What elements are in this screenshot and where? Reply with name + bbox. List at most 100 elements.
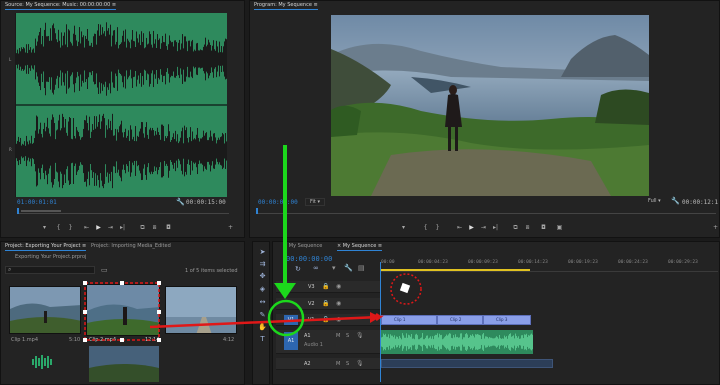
- eye-icon[interactable]: ◉: [336, 300, 341, 307]
- solo-icon[interactable]: S: [346, 361, 349, 367]
- program-monitor-tab[interactable]: Program: My Sequence ≡: [254, 2, 318, 10]
- select-tool-icon[interactable]: ➤: [258, 248, 267, 256]
- plus-icon[interactable]: +: [227, 225, 234, 231]
- wrench-icon[interactable]: 🔧: [176, 198, 185, 206]
- hand-tool-icon[interactable]: ✋: [258, 323, 267, 331]
- snap-icon[interactable]: ↻: [295, 265, 301, 273]
- ruler-label-3: 00:00:14:23: [518, 260, 548, 265]
- wrench-icon[interactable]: 🔧: [671, 197, 680, 205]
- eye-icon[interactable]: ◉: [336, 283, 341, 290]
- go-to-out-icon[interactable]: ▸|: [492, 225, 499, 231]
- text-tool-icon[interactable]: T: [258, 335, 267, 343]
- play-icon[interactable]: ▶: [95, 225, 102, 231]
- compare-icon[interactable]: ▣: [556, 225, 563, 231]
- mute-icon[interactable]: M: [336, 361, 340, 367]
- go-to-in-icon[interactable]: }: [434, 225, 441, 231]
- clip-name-1: Clip 1.mp4: [11, 337, 39, 343]
- source-timecode-in[interactable]: 01:00:01:01: [17, 199, 57, 206]
- solo-icon[interactable]: S: [346, 333, 349, 339]
- ruler-label-1: 00:00:04:23: [418, 260, 448, 265]
- tab-project-importing[interactable]: Project: Importing Media_Edited: [91, 243, 171, 249]
- audio-item-thumbnail[interactable]: [31, 354, 53, 370]
- pen-tool-icon[interactable]: ✎: [258, 311, 267, 319]
- lock-icon[interactable]: 🔒: [322, 316, 329, 323]
- clip-duration-3: 4:12: [223, 337, 235, 343]
- clip-thumbnail-2[interactable]: [86, 284, 160, 336]
- tab-project-exporting[interactable]: Project: Exporting Your Project ≡: [5, 243, 87, 251]
- slip-tool-icon[interactable]: ↔: [258, 298, 267, 306]
- channel-label-1: L: [9, 57, 12, 62]
- mark-in-icon[interactable]: ▾: [41, 225, 48, 231]
- track-label-a2: A2: [304, 361, 311, 367]
- camera-icon[interactable]: ◘: [165, 225, 172, 231]
- program-mini-timeline[interactable]: [256, 208, 716, 214]
- lock-icon[interactable]: 🔒: [322, 283, 329, 290]
- tab-sequence-2[interactable]: × My Sequence ≡: [337, 243, 383, 251]
- mute-icon[interactable]: M: [336, 333, 340, 339]
- source-patch-a1[interactable]: A1: [284, 332, 298, 350]
- mark-out-icon[interactable]: {: [422, 225, 429, 231]
- go-to-in-icon[interactable]: }: [67, 225, 74, 231]
- program-timecode-out: 00:00:12:1: [682, 199, 719, 206]
- mic-icon[interactable]: 🎙: [356, 332, 364, 339]
- lock-icon[interactable]: 🔒: [322, 300, 329, 307]
- ruler-label-2: 00:00:09:23: [468, 260, 498, 265]
- clip-duration-1: 5:10: [69, 337, 81, 343]
- mark-out-icon[interactable]: {: [55, 225, 62, 231]
- captions-icon[interactable]: ▤: [358, 264, 365, 272]
- source-playhead[interactable]: [17, 208, 19, 214]
- source-patch-v1[interactable]: V1: [284, 315, 298, 325]
- source-mini-timeline[interactable]: [17, 208, 229, 214]
- plus-icon[interactable]: +: [712, 225, 719, 231]
- source-audio-waveform: [15, 13, 227, 197]
- camera-icon[interactable]: ◘: [540, 225, 547, 231]
- timeline-clip-3[interactable]: Clip 3: [483, 315, 531, 325]
- play-icon[interactable]: ▶: [468, 225, 475, 231]
- clip-thumbnail-4[interactable]: [89, 346, 159, 382]
- overwrite-icon[interactable]: ⧈: [151, 225, 158, 231]
- search-icon: ⌕: [8, 266, 12, 273]
- track-label-v1: V1: [308, 317, 315, 323]
- clip-thumbnail-1[interactable]: [9, 286, 81, 334]
- timeline-timecode[interactable]: 00:00:00:00: [286, 255, 332, 263]
- folder-icon[interactable]: ▭: [101, 266, 108, 274]
- ruler-label-5: 00:00:24:23: [618, 260, 648, 265]
- timeline-clip-1[interactable]: Clip 1: [381, 315, 437, 325]
- razor-tool-icon[interactable]: ◈: [258, 285, 267, 293]
- step-forward-icon[interactable]: ⇥: [107, 225, 114, 231]
- timeline-clip-2[interactable]: Clip 2: [437, 315, 483, 325]
- search-input[interactable]: ⌕: [5, 266, 95, 274]
- audio-clip-a2[interactable]: [381, 359, 553, 368]
- mic-icon[interactable]: 🎙: [356, 360, 364, 367]
- audio-clip-waveform[interactable]: [381, 330, 533, 354]
- ruler-label-4: 00:00:19:23: [568, 260, 598, 265]
- insert-icon[interactable]: ⧉: [139, 225, 146, 231]
- extract-icon[interactable]: ⧈: [524, 225, 531, 231]
- wrench-icon[interactable]: 🔧: [344, 264, 353, 272]
- step-back-icon[interactable]: ⇤: [83, 225, 90, 231]
- mark-in-icon[interactable]: ▾: [400, 225, 407, 231]
- ruler-label-6: 00:00:29:23: [668, 260, 698, 265]
- add-marker-icon[interactable]: ▾: [332, 264, 336, 272]
- go-to-out-icon[interactable]: ▸|: [119, 225, 126, 231]
- program-timecode-in[interactable]: 00:00:00:00: [258, 199, 298, 206]
- source-monitor-panel: Source: My Sequence: Music: 00:00:00:00 …: [0, 0, 245, 238]
- track-select-icon[interactable]: ⇉: [258, 260, 267, 268]
- step-back-icon[interactable]: ⇤: [456, 225, 463, 231]
- source-monitor-tab[interactable]: Source: My Sequence: Music: 00:00:00:00 …: [5, 2, 117, 10]
- ripple-edit-icon[interactable]: ✥: [258, 272, 267, 280]
- program-video-frame: [331, 15, 649, 196]
- source-timecode-out: 00:00:15:00: [186, 199, 226, 206]
- fit-dropdown[interactable]: Fit ▾: [305, 198, 325, 206]
- linked-selection-icon[interactable]: ∞: [313, 264, 319, 272]
- step-forward-icon[interactable]: ⇥: [480, 225, 487, 231]
- tab-sequence-1[interactable]: × My Sequence: [283, 243, 322, 249]
- track-header-a1: A1 A1 Audio 1 M S 🎙: [276, 330, 380, 354]
- eye-icon[interactable]: ◉: [336, 316, 341, 323]
- program-playhead[interactable]: [256, 208, 258, 214]
- clip-thumbnail-3[interactable]: [165, 286, 237, 334]
- track-header-a2: A2 M S 🎙: [276, 358, 380, 370]
- track-header-v2: V2 🔒 ◉: [276, 298, 380, 310]
- quality-dropdown[interactable]: Full ▾: [648, 198, 661, 204]
- lift-icon[interactable]: ⧉: [512, 225, 519, 231]
